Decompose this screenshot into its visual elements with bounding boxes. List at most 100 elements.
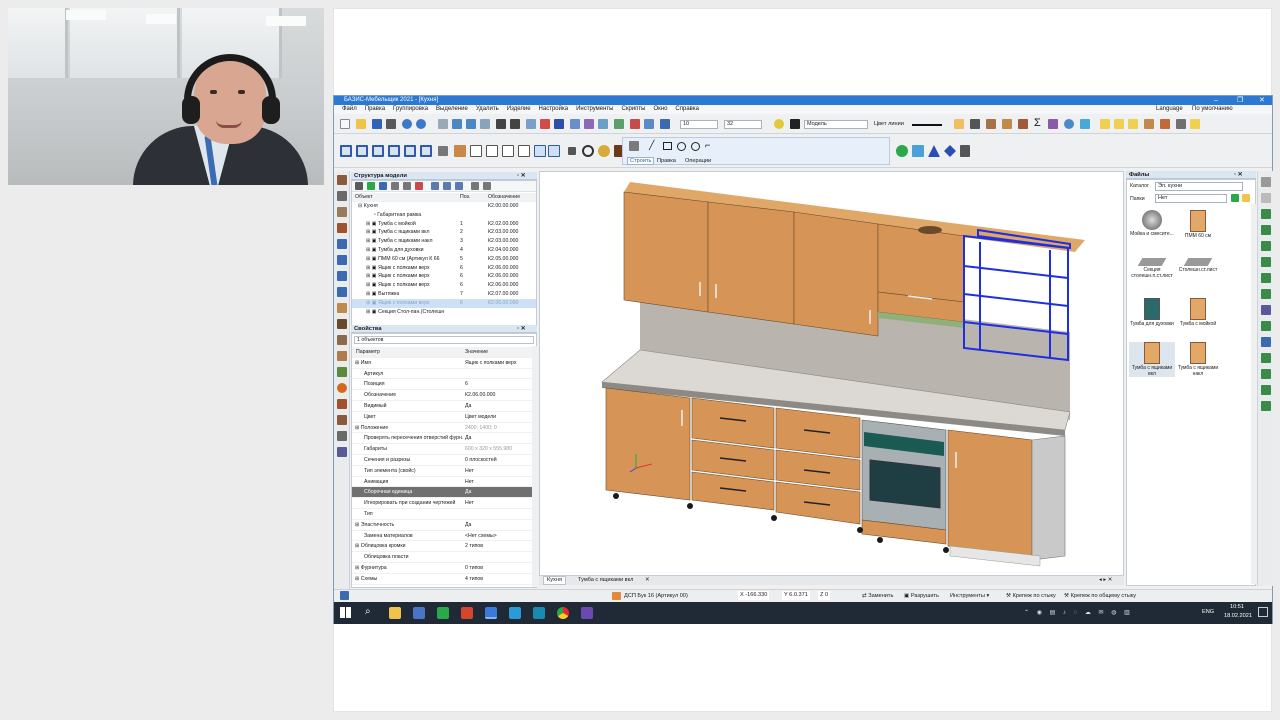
zoom-window-icon[interactable] — [452, 119, 462, 129]
strip-facades-icon[interactable] — [1261, 305, 1271, 315]
tree-row[interactable]: ⊞ ▣ Тумба с ящиками накл 3 К2.03.00.000 — [352, 237, 536, 246]
brush-icon[interactable] — [629, 141, 639, 151]
tray-icons[interactable]: ⌃ ◉ ▤ ♪ ◌ ☁ ✉ ◍ ▥ — [1024, 609, 1133, 616]
strip-cut-icon[interactable] — [1261, 385, 1271, 395]
tree-row[interactable]: ⊞ ▣ Тумба для духовки 4 К2.04.00.000 — [352, 246, 536, 255]
refresh-icon[interactable] — [1231, 194, 1239, 202]
prop-row[interactable]: Видимый Да — [352, 401, 536, 412]
upper-cabinet-door[interactable] — [793, 211, 879, 337]
prop-row-selected[interactable]: Сборочная единица Да — [352, 487, 536, 499]
menu-settings[interactable]: Настройка — [539, 105, 569, 114]
tree-row[interactable]: ⊞ ▣ ПММ 60 см (Артикул К 66 5 К2.05.00.0… — [352, 255, 536, 264]
open-folder-icon[interactable] — [356, 119, 366, 129]
strip-handles-icon[interactable] — [1261, 289, 1271, 299]
box-wire-icon[interactable] — [470, 145, 482, 157]
explorer-icon[interactable] — [389, 607, 401, 619]
prop-row[interactable]: Тип — [352, 509, 536, 520]
prop-row[interactable]: Габариты 600 x 320 x 555.980 — [352, 444, 536, 455]
3d-viewport[interactable] — [539, 171, 1124, 576]
panel-shelf-icon[interactable] — [404, 145, 416, 157]
tree-add-icon[interactable] — [367, 182, 375, 190]
panel-icon[interactable] — [986, 119, 996, 129]
undo-icon[interactable] — [402, 119, 412, 129]
prop-row[interactable]: ⊞ Имя Ящик с полками верх — [352, 358, 536, 369]
tab-build[interactable]: Строить — [627, 157, 655, 165]
diamond-icon[interactable] — [944, 145, 956, 157]
line-tool-icon[interactable]: ╱ — [649, 140, 654, 150]
panel-front-icon[interactable] — [340, 145, 352, 157]
prop-value[interactable]: Нет — [465, 477, 474, 488]
flag-icon[interactable] — [1114, 119, 1124, 129]
menu-scripts[interactable]: Скрипты — [622, 105, 646, 114]
prop-value[interactable]: Да — [465, 487, 471, 498]
pin-icon[interactable] — [970, 119, 980, 129]
strip-layers-icon[interactable] — [1261, 337, 1271, 347]
sum-icon[interactable]: Σ — [1034, 118, 1041, 129]
strip-fitting-icon[interactable] — [337, 287, 347, 297]
line-width-select[interactable]: 10 — [680, 120, 718, 129]
drawer-front[interactable] — [775, 407, 861, 459]
panel-close-icon[interactable]: ▫ ✕ — [517, 325, 526, 333]
strip-shelf-icon[interactable] — [337, 303, 347, 313]
base-cabinet-door[interactable] — [947, 429, 1033, 559]
tree-help-icon[interactable] — [379, 182, 387, 190]
model-select[interactable]: Модель — [804, 120, 868, 129]
strip-chair-icon[interactable] — [337, 319, 347, 329]
new-file-icon[interactable] — [340, 119, 350, 129]
prop-row[interactable]: Обозначение К2.06.00.000 — [352, 390, 536, 401]
prop-row[interactable]: Замена материалов <Нет схемы> — [352, 531, 536, 542]
prop-row[interactable]: ⊞ Эластичность Да — [352, 520, 536, 531]
strip-export-icon[interactable] — [1261, 401, 1271, 411]
prop-row[interactable]: Позиция 6 — [352, 379, 536, 391]
app-c-icon[interactable] — [437, 607, 449, 619]
strip-facade-icon[interactable] — [337, 271, 347, 281]
triangle-icon[interactable] — [928, 145, 940, 157]
strip-fittings-icon[interactable] — [1261, 257, 1271, 267]
maximize-icon[interactable]: ❐ — [1237, 96, 1243, 105]
strip-edges-icon[interactable] — [1261, 241, 1271, 251]
start-icon[interactable] — [340, 607, 351, 618]
save-icon[interactable] — [372, 119, 382, 129]
prop-row[interactable]: Облицовка пласти — [352, 552, 536, 563]
tree-row[interactable]: ⊞ ▣ Ящик с полками верх 6 К2.06.00.000 — [352, 272, 536, 281]
library-item[interactable]: Тумба с ящиками накл — [1175, 342, 1221, 377]
tree-row[interactable]: ⊞ ▣ Секция Стол-пан.(Столешн — [352, 308, 536, 317]
tool-icon[interactable] — [954, 119, 964, 129]
tab-edit[interactable]: Правка — [657, 158, 676, 164]
tools-button[interactable]: Инструменты ▾ — [950, 590, 989, 602]
language-menu[interactable]: Language — [1156, 105, 1183, 114]
prop-value[interactable]: <Нет схемы> — [465, 531, 497, 542]
strip-table-icon[interactable] — [337, 399, 347, 409]
door-wire-icon[interactable] — [502, 145, 514, 157]
close-icon[interactable]: ✕ — [1259, 96, 1265, 105]
prop-row[interactable]: ⊞ Схемы 4 типов — [352, 574, 536, 585]
strip-calc-icon[interactable] — [1261, 353, 1271, 363]
strip-hinge-icon[interactable] — [337, 207, 347, 217]
tree-copy-icon[interactable] — [431, 182, 439, 190]
tree-row[interactable]: ⊟ Кухня К2.00.00.000 — [352, 202, 536, 211]
strip-cabinet-icon[interactable] — [337, 335, 347, 345]
light-icon[interactable] — [774, 119, 784, 129]
cabinet-build-icon[interactable] — [454, 145, 466, 157]
snap-icon[interactable] — [496, 119, 506, 129]
tab-drawer-cabinet[interactable]: Тумба с ящиками вкл — [575, 576, 636, 585]
base-cabinet-door[interactable] — [605, 387, 691, 501]
tree-view-icon[interactable] — [443, 182, 451, 190]
prop-value[interactable]: Ящик с полками верх — [465, 358, 516, 369]
tree-row[interactable]: ▫ Габаритная рамка — [352, 211, 536, 220]
prop-value[interactable]: 4 типов — [465, 574, 483, 585]
strip-sofa-icon[interactable] — [337, 351, 347, 361]
chat-icon[interactable] — [1080, 119, 1090, 129]
upper-cabinet-door[interactable] — [707, 201, 795, 325]
snap-face-icon[interactable] — [912, 145, 924, 157]
tree-sort-icon[interactable] — [483, 182, 491, 190]
prop-value[interactable]: 600 x 320 x 555.980 — [465, 444, 512, 455]
tab-kitchen[interactable]: Кухня — [543, 576, 566, 585]
polyline-tool-icon[interactable]: ⌐ — [705, 140, 710, 150]
cloud-icon[interactable] — [1064, 119, 1074, 129]
coord-y[interactable]: Y 6.0.371 — [782, 591, 810, 600]
facade-wire-icon[interactable] — [518, 145, 530, 157]
strip-library-icon[interactable] — [1261, 177, 1271, 187]
catalog-icon[interactable] — [1160, 119, 1170, 129]
app-purple-icon[interactable] — [581, 607, 593, 619]
